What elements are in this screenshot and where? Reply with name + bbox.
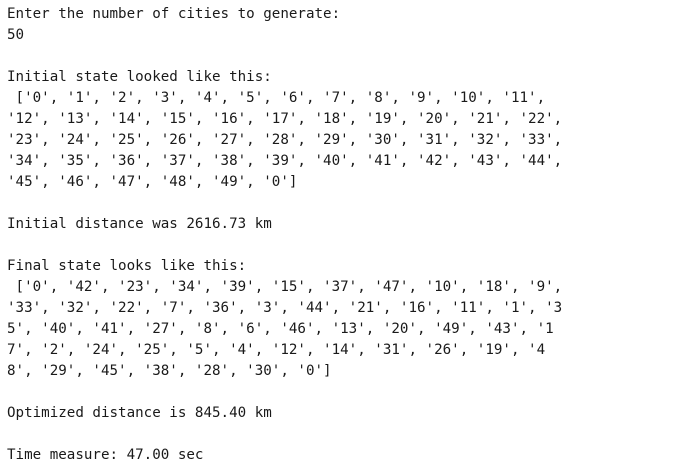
user-input-line: 50 [7, 27, 25, 43]
final-state-line: '33', '32', '22', '7', '36', '3', '44', … [7, 300, 563, 316]
initial-state-line: '34', '35', '36', '37', '38', '39', '40'… [7, 153, 563, 169]
final-state-line: ['0', '42', '23', '34', '39', '15', '37'… [7, 279, 563, 295]
final-state-heading: Final state looks like this: [7, 258, 247, 274]
initial-state-heading: Initial state looked like this: [7, 69, 272, 85]
prompt-line: Enter the number of cities to generate: [7, 6, 341, 22]
initial-distance-line: Initial distance was 2616.73 km [7, 216, 272, 232]
initial-state-line: ['0', '1', '2', '3', '4', '5', '6', '7',… [7, 90, 546, 106]
final-state-line: 8', '29', '45', '38', '28', '30', '0'] [7, 363, 332, 379]
final-state-line: 5', '40', '41', '27', '8', '6', '46', '1… [7, 321, 554, 337]
time-measure-line: Time measure: 47.00 sec [7, 447, 204, 463]
initial-state-line: '23', '24', '25', '26', '27', '28', '29'… [7, 132, 563, 148]
optimized-distance-line: Optimized distance is 845.40 km [7, 405, 272, 421]
console-output: Enter the number of cities to generate: … [0, 0, 699, 470]
final-state-line: 7', '2', '24', '25', '5', '4', '12', '14… [7, 342, 546, 358]
initial-state-line: '12', '13', '14', '15', '16', '17', '18'… [7, 111, 563, 127]
initial-state-line: '45', '46', '47', '48', '49', '0'] [7, 174, 298, 190]
